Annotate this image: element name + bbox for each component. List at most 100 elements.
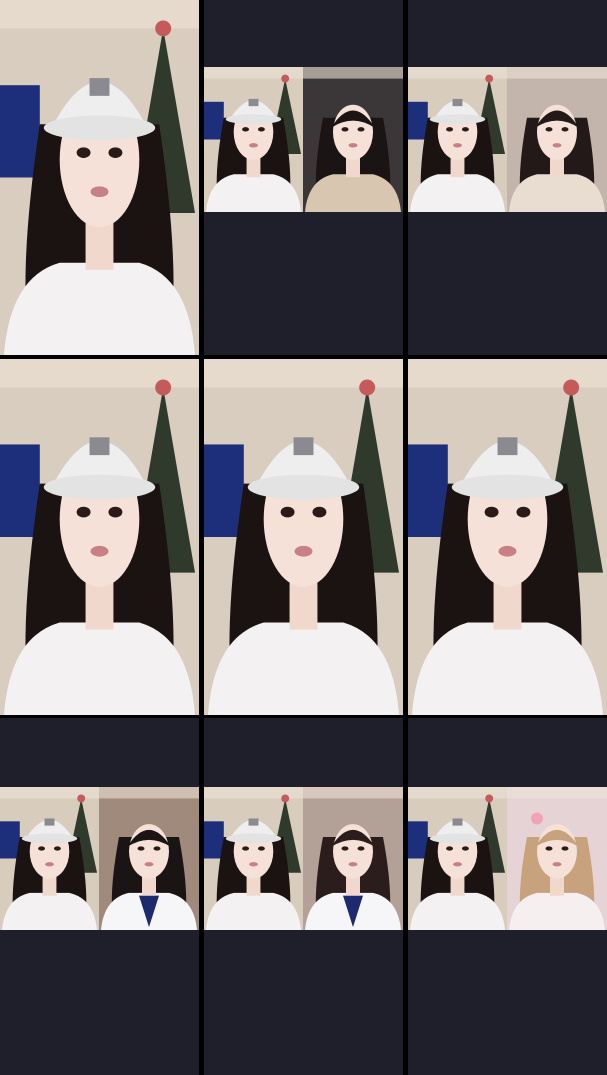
cap-brim <box>43 115 156 141</box>
lips <box>453 862 462 867</box>
host-video-feed <box>408 67 507 212</box>
eye <box>516 506 531 518</box>
cap-logo <box>293 437 314 456</box>
host-streamer <box>408 787 507 930</box>
ceiling-light <box>99 787 199 799</box>
ceiling-light <box>303 67 403 79</box>
guest-streamer <box>303 67 403 212</box>
stream-tile-r1c1[interactable] <box>0 0 199 355</box>
stream-tile-r1c2[interactable] <box>204 0 403 355</box>
host-video-feed <box>204 787 303 930</box>
ceiling-light <box>507 787 607 799</box>
eye <box>446 127 454 132</box>
eye <box>312 506 327 518</box>
guest-video-feed <box>507 787 607 930</box>
cap-logo <box>452 98 463 107</box>
tree-bow-ornament <box>281 74 290 83</box>
lips <box>453 143 462 148</box>
streamer-video <box>0 359 199 715</box>
cap-logo <box>44 818 55 826</box>
tree-bow-ornament <box>563 379 580 396</box>
guest-video-feed <box>303 67 403 212</box>
tree-bow-ornament <box>485 74 494 83</box>
host-video-feed <box>408 787 507 930</box>
eye <box>545 846 553 851</box>
streamer-video <box>408 359 607 715</box>
stream-tile-r2c2[interactable] <box>204 359 403 715</box>
stream-tile-r2c1[interactable] <box>0 359 199 715</box>
lips <box>249 143 258 148</box>
host-video-feed <box>0 787 99 930</box>
monitor-screen <box>408 101 428 140</box>
ceiling-light <box>507 67 607 79</box>
guest-video-feed <box>507 67 607 212</box>
tree-bow-ornament <box>77 794 86 803</box>
eye <box>108 147 123 158</box>
eye <box>341 846 349 851</box>
lips <box>144 862 154 867</box>
cap-brim <box>451 474 564 500</box>
cap-brim <box>225 114 282 125</box>
lips <box>294 545 313 557</box>
lips <box>90 545 109 557</box>
video-feed <box>408 359 607 715</box>
video-feed <box>204 359 403 715</box>
eye <box>137 846 145 851</box>
stream-tile-r3c3[interactable] <box>408 718 607 1075</box>
cap-logo <box>248 818 259 826</box>
tree-bow-ornament <box>155 379 172 396</box>
lips <box>90 186 109 198</box>
stream-tile-r2c3[interactable] <box>408 359 607 715</box>
cap-logo <box>248 98 259 107</box>
eye <box>461 127 469 132</box>
stream-tile-r3c2[interactable] <box>204 718 403 1075</box>
stream-tile-r1c3[interactable] <box>408 0 607 355</box>
video-feed <box>0 0 199 355</box>
guest-video-feed <box>99 787 199 930</box>
eye <box>242 127 250 132</box>
streamer-video <box>204 359 403 715</box>
monitor-screen <box>0 444 40 537</box>
eye <box>561 127 569 132</box>
cap-brim <box>225 833 282 844</box>
tree-bow-ornament <box>359 379 376 396</box>
eye <box>341 127 349 132</box>
tree-bow-ornament <box>281 794 290 803</box>
monitor-screen <box>408 444 448 537</box>
cap-logo <box>89 78 110 96</box>
tree-bow-ornament <box>485 794 494 803</box>
cap-brim <box>429 833 486 844</box>
guest-streamer <box>303 787 403 930</box>
eye <box>357 846 365 851</box>
lips <box>498 545 517 557</box>
guest-streamer <box>507 67 607 212</box>
host-streamer <box>204 787 303 930</box>
lips <box>348 862 358 867</box>
monitor-screen <box>0 821 20 859</box>
lips <box>552 143 562 148</box>
monitor-screen <box>204 821 224 859</box>
cap-logo <box>452 818 463 826</box>
cap-brim <box>429 114 486 125</box>
host-video-feed <box>204 67 303 212</box>
eye <box>242 846 250 851</box>
lips <box>348 143 358 148</box>
cap-brim <box>21 833 78 844</box>
streamer-video <box>0 0 199 355</box>
lips <box>552 862 562 867</box>
eye <box>280 506 295 518</box>
eye <box>53 846 61 851</box>
eye <box>461 846 469 851</box>
eye <box>76 506 91 518</box>
eye <box>76 147 91 158</box>
lips <box>45 862 54 867</box>
guest-streamer <box>507 787 607 930</box>
monitor-screen <box>408 821 428 859</box>
cap-logo <box>89 437 110 456</box>
monitor-screen <box>204 444 244 537</box>
eye <box>257 127 265 132</box>
eye <box>561 846 569 851</box>
guest-video-feed <box>303 787 403 930</box>
stream-tile-r3c1[interactable] <box>0 718 199 1075</box>
eye <box>545 127 553 132</box>
